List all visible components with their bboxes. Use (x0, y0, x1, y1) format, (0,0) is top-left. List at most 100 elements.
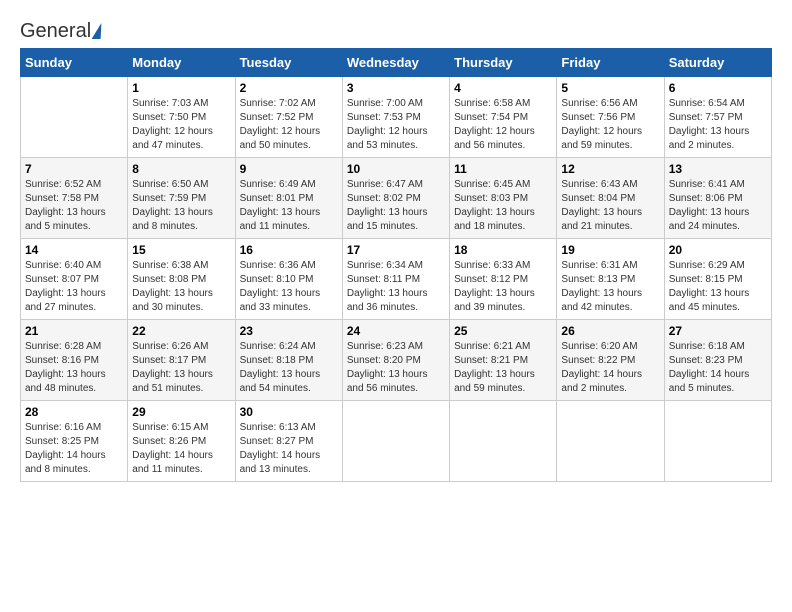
day-number: 15 (132, 243, 230, 257)
calendar-cell: 8 Sunrise: 6:50 AM Sunset: 7:59 PM Daylig… (128, 158, 235, 239)
column-header-thursday: Thursday (450, 49, 557, 77)
calendar-cell (557, 401, 664, 482)
column-header-sunday: Sunday (21, 49, 128, 77)
calendar-cell: 2 Sunrise: 7:02 AM Sunset: 7:52 PM Daylig… (235, 77, 342, 158)
day-number: 26 (561, 324, 659, 338)
day-info: Sunrise: 6:23 AM Sunset: 8:20 PM Dayligh… (347, 340, 445, 396)
calendar-cell (342, 401, 449, 482)
day-info: Sunrise: 6:49 AM Sunset: 8:01 PM Dayligh… (240, 178, 338, 234)
day-number: 6 (669, 81, 767, 95)
calendar-cell: 24 Sunrise: 6:23 AM Sunset: 8:20 PM Dayli… (342, 320, 449, 401)
day-info: Sunrise: 6:50 AM Sunset: 7:59 PM Dayligh… (132, 178, 230, 234)
day-number: 23 (240, 324, 338, 338)
day-info: Sunrise: 6:54 AM Sunset: 7:57 PM Dayligh… (669, 97, 767, 153)
day-number: 27 (669, 324, 767, 338)
calendar-cell: 22 Sunrise: 6:26 AM Sunset: 8:17 PM Dayli… (128, 320, 235, 401)
day-info: Sunrise: 6:21 AM Sunset: 8:21 PM Dayligh… (454, 340, 552, 396)
day-info: Sunrise: 6:16 AM Sunset: 8:25 PM Dayligh… (25, 421, 123, 477)
calendar-cell: 3 Sunrise: 7:00 AM Sunset: 7:53 PM Daylig… (342, 77, 449, 158)
column-header-wednesday: Wednesday (342, 49, 449, 77)
day-info: Sunrise: 6:31 AM Sunset: 8:13 PM Dayligh… (561, 259, 659, 315)
header: General (20, 20, 772, 38)
day-number: 9 (240, 162, 338, 176)
column-header-tuesday: Tuesday (235, 49, 342, 77)
calendar-cell: 28Sunrise: 6:16 AM Sunset: 8:25 PM Dayli… (21, 401, 128, 482)
day-info: Sunrise: 6:36 AM Sunset: 8:10 PM Dayligh… (240, 259, 338, 315)
calendar-cell: 18Sunrise: 6:33 AM Sunset: 8:12 PM Dayli… (450, 239, 557, 320)
logo-triangle-icon (92, 23, 104, 39)
calendar-cell: 15Sunrise: 6:38 AM Sunset: 8:08 PM Dayli… (128, 239, 235, 320)
calendar-cell: 10 Sunrise: 6:47 AM Sunset: 8:02 PM Dayli… (342, 158, 449, 239)
day-info: Sunrise: 6:43 AM Sunset: 8:04 PM Dayligh… (561, 178, 659, 234)
calendar-cell: 7 Sunrise: 6:52 AM Sunset: 7:58 PM Daylig… (21, 158, 128, 239)
day-info: Sunrise: 6:26 AM Sunset: 8:17 PM Dayligh… (132, 340, 230, 396)
day-number: 18 (454, 243, 552, 257)
day-number: 30 (240, 405, 338, 419)
day-info: Sunrise: 6:45 AM Sunset: 8:03 PM Dayligh… (454, 178, 552, 234)
day-info: Sunrise: 6:40 AM Sunset: 8:07 PM Dayligh… (25, 259, 123, 315)
calendar-cell: 21 Sunrise: 6:28 AM Sunset: 8:16 PM Dayli… (21, 320, 128, 401)
day-number: 11 (454, 162, 552, 176)
calendar-cell: 23 Sunrise: 6:24 AM Sunset: 8:18 PM Dayli… (235, 320, 342, 401)
day-number: 1 (132, 81, 230, 95)
calendar-cell: 17Sunrise: 6:34 AM Sunset: 8:11 PM Dayli… (342, 239, 449, 320)
calendar-cell: 5 Sunrise: 6:56 AM Sunset: 7:56 PM Daylig… (557, 77, 664, 158)
column-header-monday: Monday (128, 49, 235, 77)
day-info: Sunrise: 6:13 AM Sunset: 8:27 PM Dayligh… (240, 421, 338, 477)
week-row-3: 14Sunrise: 6:40 AM Sunset: 8:07 PM Dayli… (21, 239, 772, 320)
day-info: Sunrise: 6:28 AM Sunset: 8:16 PM Dayligh… (25, 340, 123, 396)
day-info: Sunrise: 7:03 AM Sunset: 7:50 PM Dayligh… (132, 97, 230, 153)
week-row-2: 7 Sunrise: 6:52 AM Sunset: 7:58 PM Daylig… (21, 158, 772, 239)
day-info: Sunrise: 6:47 AM Sunset: 8:02 PM Dayligh… (347, 178, 445, 234)
logo: General (20, 20, 102, 38)
column-header-saturday: Saturday (664, 49, 771, 77)
day-info: Sunrise: 6:58 AM Sunset: 7:54 PM Dayligh… (454, 97, 552, 153)
day-number: 13 (669, 162, 767, 176)
day-info: Sunrise: 7:00 AM Sunset: 7:53 PM Dayligh… (347, 97, 445, 153)
calendar-cell: 27 Sunrise: 6:18 AM Sunset: 8:23 PM Dayli… (664, 320, 771, 401)
day-number: 16 (240, 243, 338, 257)
week-row-4: 21 Sunrise: 6:28 AM Sunset: 8:16 PM Dayli… (21, 320, 772, 401)
day-info: Sunrise: 6:24 AM Sunset: 8:18 PM Dayligh… (240, 340, 338, 396)
calendar-cell: 6 Sunrise: 6:54 AM Sunset: 7:57 PM Daylig… (664, 77, 771, 158)
day-number: 4 (454, 81, 552, 95)
day-info: Sunrise: 6:29 AM Sunset: 8:15 PM Dayligh… (669, 259, 767, 315)
day-number: 12 (561, 162, 659, 176)
day-number: 29 (132, 405, 230, 419)
day-info: Sunrise: 6:34 AM Sunset: 8:11 PM Dayligh… (347, 259, 445, 315)
day-number: 3 (347, 81, 445, 95)
calendar-cell: 9 Sunrise: 6:49 AM Sunset: 8:01 PM Daylig… (235, 158, 342, 239)
calendar-cell: 29 Sunrise: 6:15 AM Sunset: 8:26 PM Dayli… (128, 401, 235, 482)
day-number: 10 (347, 162, 445, 176)
day-number: 7 (25, 162, 123, 176)
week-row-1: 1 Sunrise: 7:03 AM Sunset: 7:50 PM Daylig… (21, 77, 772, 158)
calendar-cell: 25 Sunrise: 6:21 AM Sunset: 8:21 PM Dayli… (450, 320, 557, 401)
day-info: Sunrise: 6:20 AM Sunset: 8:22 PM Dayligh… (561, 340, 659, 396)
calendar-cell: 20Sunrise: 6:29 AM Sunset: 8:15 PM Dayli… (664, 239, 771, 320)
header-row: SundayMondayTuesdayWednesdayThursdayFrid… (21, 49, 772, 77)
calendar-cell: 16 Sunrise: 6:36 AM Sunset: 8:10 PM Dayli… (235, 239, 342, 320)
day-number: 2 (240, 81, 338, 95)
column-header-friday: Friday (557, 49, 664, 77)
day-info: Sunrise: 6:56 AM Sunset: 7:56 PM Dayligh… (561, 97, 659, 153)
calendar-cell (664, 401, 771, 482)
day-number: 21 (25, 324, 123, 338)
day-info: Sunrise: 7:02 AM Sunset: 7:52 PM Dayligh… (240, 97, 338, 153)
day-number: 24 (347, 324, 445, 338)
day-number: 19 (561, 243, 659, 257)
calendar-cell (450, 401, 557, 482)
day-info: Sunrise: 6:41 AM Sunset: 8:06 PM Dayligh… (669, 178, 767, 234)
calendar-cell: 26 Sunrise: 6:20 AM Sunset: 8:22 PM Dayli… (557, 320, 664, 401)
calendar-cell: 30 Sunrise: 6:13 AM Sunset: 8:27 PM Dayli… (235, 401, 342, 482)
calendar-cell: 14Sunrise: 6:40 AM Sunset: 8:07 PM Dayli… (21, 239, 128, 320)
calendar-cell (21, 77, 128, 158)
day-number: 5 (561, 81, 659, 95)
day-number: 25 (454, 324, 552, 338)
day-info: Sunrise: 6:18 AM Sunset: 8:23 PM Dayligh… (669, 340, 767, 396)
day-info: Sunrise: 6:15 AM Sunset: 8:26 PM Dayligh… (132, 421, 230, 477)
day-info: Sunrise: 6:52 AM Sunset: 7:58 PM Dayligh… (25, 178, 123, 234)
calendar-cell: 1 Sunrise: 7:03 AM Sunset: 7:50 PM Daylig… (128, 77, 235, 158)
day-number: 8 (132, 162, 230, 176)
day-number: 22 (132, 324, 230, 338)
calendar-cell: 4 Sunrise: 6:58 AM Sunset: 7:54 PM Daylig… (450, 77, 557, 158)
